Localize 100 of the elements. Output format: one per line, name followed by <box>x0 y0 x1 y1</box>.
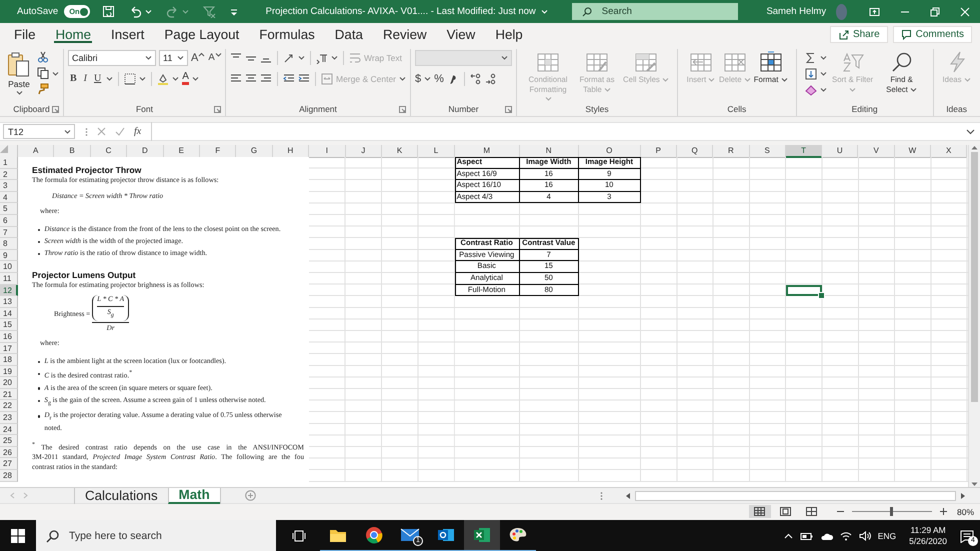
row-header[interactable]: 4 <box>0 192 18 204</box>
sheet-tab[interactable]: Math <box>168 488 220 504</box>
menu-tab[interactable]: File <box>4 23 46 45</box>
column-header[interactable]: W <box>894 145 932 158</box>
orientation-icon[interactable] <box>283 52 295 64</box>
comments-button[interactable]: Comments <box>892 26 972 42</box>
font-color-button[interactable]: A <box>182 72 189 85</box>
bold-button[interactable]: B <box>68 73 79 84</box>
autosum-icon[interactable] <box>804 52 817 64</box>
row-header[interactable]: 23 <box>0 412 18 424</box>
taskbar-search-field[interactable]: Type here to search <box>36 520 276 551</box>
row-header[interactable]: 6 <box>0 214 18 227</box>
row-header[interactable]: 20 <box>0 377 18 389</box>
format-painter-icon[interactable] <box>37 83 49 95</box>
row-header[interactable]: 14 <box>0 308 18 320</box>
row-header[interactable]: 2 <box>0 168 18 180</box>
font-family-select[interactable]: Calibri <box>68 50 156 66</box>
row-header[interactable]: 24 <box>0 424 18 436</box>
insert-function-button[interactable]: fx <box>134 126 142 137</box>
column-header[interactable]: X <box>931 145 968 158</box>
column-header[interactable]: J <box>346 145 382 158</box>
view-button[interactable] <box>748 505 771 518</box>
row-header[interactable]: 22 <box>0 400 18 412</box>
dialog-launcher-icon[interactable] <box>505 106 512 113</box>
row-header[interactable]: 26 <box>0 446 18 458</box>
decrease-indent-icon[interactable] <box>283 72 295 84</box>
scroll-left-icon[interactable] <box>625 492 631 500</box>
clock[interactable]: 11:29 AM 5/26/2020 <box>909 525 947 547</box>
fill-color-icon[interactable] <box>157 72 170 84</box>
save-icon[interactable] <box>102 5 115 18</box>
decrease-decimal-icon[interactable] <box>484 72 497 84</box>
row-header[interactable]: 5 <box>0 203 18 215</box>
row-header[interactable]: 27 <box>0 458 18 470</box>
percent-button[interactable]: % <box>434 72 444 84</box>
scroll-right-icon[interactable] <box>960 492 966 500</box>
row-header[interactable]: 10 <box>0 261 18 273</box>
volume-icon[interactable] <box>858 531 871 541</box>
name-box[interactable]: T12 <box>3 124 75 139</box>
undo-icon[interactable] <box>128 5 142 18</box>
scroll-up-icon[interactable] <box>971 145 978 150</box>
customize-toolbar-icon[interactable] <box>230 8 238 16</box>
row-header[interactable]: 7 <box>0 226 18 238</box>
column-header[interactable]: I <box>309 145 346 158</box>
text-direction-icon[interactable] <box>316 52 328 64</box>
close-icon[interactable] <box>960 6 970 16</box>
wifi-icon[interactable] <box>840 531 852 541</box>
column-header[interactable]: L <box>418 145 455 158</box>
row-header[interactable]: 16 <box>0 330 18 342</box>
show-hidden-icons-icon[interactable] <box>784 533 793 539</box>
vertical-scrollbar[interactable] <box>968 145 980 487</box>
column-header[interactable]: K <box>382 145 418 158</box>
fill-down-icon[interactable] <box>804 68 817 80</box>
language-indicator[interactable]: ENG <box>878 531 896 541</box>
row-header[interactable]: 11 <box>0 272 18 285</box>
restore-icon[interactable] <box>930 6 940 16</box>
column-header[interactable]: R <box>713 145 750 158</box>
align-right-icon[interactable] <box>260 72 272 84</box>
copy-icon[interactable] <box>37 67 49 79</box>
user-name[interactable]: Sameh Helmy <box>766 6 826 17</box>
menu-tab[interactable]: View <box>436 23 486 45</box>
row-header[interactable]: 25 <box>0 435 18 447</box>
column-header[interactable]: N <box>520 145 579 158</box>
increase-decimal-icon[interactable] <box>470 72 482 84</box>
share-button[interactable]: Share <box>830 26 888 42</box>
column-header[interactable]: O <box>578 145 641 158</box>
column-header[interactable]: P <box>640 145 677 158</box>
search-field[interactable]: Search <box>572 3 738 20</box>
menu-tab[interactable]: Insert <box>101 23 154 45</box>
row-header[interactable]: 8 <box>0 238 18 250</box>
row-header[interactable]: 19 <box>0 366 18 378</box>
zoom-slider-thumb[interactable] <box>890 507 894 516</box>
format-cells-icon[interactable] <box>758 51 783 73</box>
menu-tab[interactable]: Home <box>45 23 102 45</box>
menu-tab[interactable]: Data <box>324 23 373 45</box>
currency-button[interactable]: $ <box>415 72 422 84</box>
row-header[interactable]: 9 <box>0 250 18 262</box>
scissors-icon[interactable] <box>37 51 49 63</box>
underline-button[interactable]: U <box>92 73 104 84</box>
row-header[interactable]: 13 <box>0 296 18 308</box>
expand-icon[interactable] <box>966 128 975 134</box>
column-header[interactable]: M <box>454 145 520 158</box>
align-center-icon[interactable] <box>245 72 257 84</box>
borders-icon[interactable] <box>124 72 136 84</box>
column-header[interactable]: V <box>858 145 895 158</box>
grow-font-button[interactable]: A <box>191 52 206 64</box>
row-header[interactable]: 15 <box>0 319 18 331</box>
zoom-in-icon[interactable] <box>940 508 947 515</box>
menu-tab[interactable]: Help <box>485 23 533 45</box>
drag-handle-icon[interactable] <box>600 490 603 500</box>
paste-button[interactable]: Paste <box>4 49 34 102</box>
row-header[interactable]: 18 <box>0 354 18 366</box>
dialog-launcher-icon[interactable] <box>214 106 221 113</box>
align-left-icon[interactable] <box>230 72 242 84</box>
column-header[interactable]: Q <box>676 145 714 158</box>
ribbon-display-icon[interactable] <box>869 6 880 16</box>
menu-tab[interactable]: Page Layout <box>154 23 250 45</box>
row-header[interactable]: 21 <box>0 388 18 400</box>
dialog-launcher-icon[interactable] <box>399 106 406 113</box>
row-header[interactable]: 17 <box>0 342 18 354</box>
eraser-icon[interactable] <box>804 84 817 96</box>
